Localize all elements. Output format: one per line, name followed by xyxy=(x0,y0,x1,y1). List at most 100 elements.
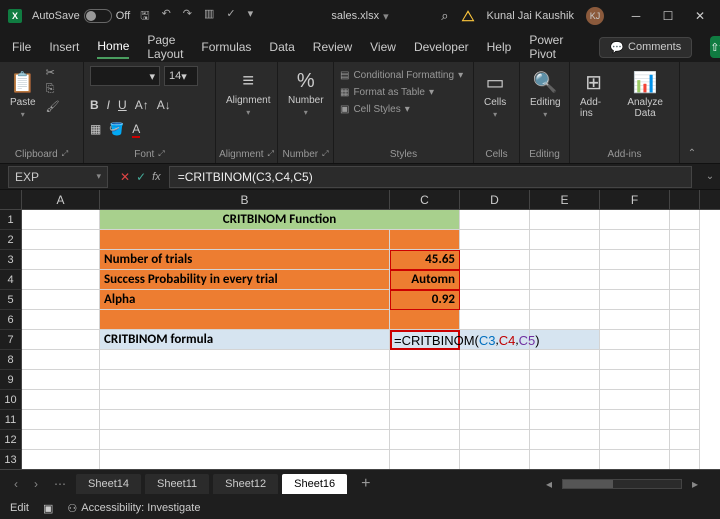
bold-button[interactable]: B xyxy=(90,98,99,112)
col-header[interactable] xyxy=(670,190,700,209)
cell[interactable] xyxy=(460,290,530,310)
cell[interactable] xyxy=(600,390,670,410)
row-header[interactable]: 10 xyxy=(0,390,22,410)
cell[interactable] xyxy=(22,390,100,410)
cell[interactable] xyxy=(460,410,530,430)
cells-button[interactable]: ▭Cells▾ xyxy=(480,66,510,123)
cell[interactable] xyxy=(22,410,100,430)
row-header[interactable]: 2 xyxy=(0,230,22,250)
cell[interactable] xyxy=(600,430,670,450)
font-family-select[interactable]: ▾ xyxy=(90,66,160,86)
search-icon[interactable]: ⌕ xyxy=(441,8,448,24)
tab-help[interactable]: Help xyxy=(487,36,512,58)
cell[interactable] xyxy=(100,370,390,390)
qat-icon[interactable]: ▥ xyxy=(204,7,214,26)
cell[interactable] xyxy=(530,210,600,230)
cell[interactable] xyxy=(460,230,530,250)
comments-button[interactable]: 💬 Comments xyxy=(599,37,692,58)
save-icon[interactable]: 🖫 xyxy=(140,7,149,26)
cell[interactable] xyxy=(22,370,100,390)
conditional-formatting-button[interactable]: ▤Conditional Formatting ▾ xyxy=(340,70,463,81)
row-header[interactable]: 7 xyxy=(0,330,22,350)
cell[interactable]: Automn xyxy=(390,270,460,290)
cell[interactable] xyxy=(100,230,390,250)
row-header[interactable]: 3 xyxy=(0,250,22,270)
cell[interactable] xyxy=(600,370,670,390)
cell[interactable] xyxy=(22,330,100,350)
cell[interactable] xyxy=(22,270,100,290)
horizontal-scrollbar[interactable] xyxy=(562,479,682,489)
scroll-right-button[interactable]: ▸ xyxy=(686,477,704,491)
cell[interactable] xyxy=(600,450,670,469)
cell[interactable] xyxy=(460,390,530,410)
cell[interactable] xyxy=(600,290,670,310)
user-name[interactable]: Kunal Jai Kaushik xyxy=(487,10,574,22)
col-header[interactable]: F xyxy=(600,190,670,209)
tab-formulas[interactable]: Formulas xyxy=(201,36,251,58)
cell[interactable] xyxy=(670,450,700,469)
cell[interactable] xyxy=(600,310,670,330)
cell[interactable] xyxy=(460,270,530,290)
copy-icon[interactable]: ⎘ xyxy=(46,83,60,96)
cell[interactable] xyxy=(670,310,700,330)
cancel-button[interactable]: ✕ xyxy=(120,170,130,184)
cell[interactable] xyxy=(390,310,460,330)
select-all-corner[interactable] xyxy=(0,190,22,209)
underline-button[interactable]: U xyxy=(118,98,127,112)
cell[interactable] xyxy=(670,430,700,450)
accessibility-status[interactable]: ⚇ Accessibility: Investigate xyxy=(67,502,200,515)
sheet-nav-next[interactable]: › xyxy=(28,477,44,491)
cell[interactable] xyxy=(390,450,460,469)
decrease-font-icon[interactable]: A↓ xyxy=(157,98,171,112)
cell[interactable] xyxy=(530,350,600,370)
row-header[interactable]: 11 xyxy=(0,410,22,430)
col-header[interactable]: C xyxy=(390,190,460,209)
sheet-tab[interactable]: Sheet11 xyxy=(145,474,209,494)
paste-button[interactable]: 📋 Paste ▾ xyxy=(6,66,40,123)
font-color-icon[interactable]: A xyxy=(132,122,140,138)
avatar-icon[interactable]: KJ xyxy=(586,7,604,25)
row-header[interactable]: 9 xyxy=(0,370,22,390)
col-header[interactable]: E xyxy=(530,190,600,209)
macro-record-icon[interactable]: ▣ xyxy=(43,502,53,515)
cell[interactable] xyxy=(670,350,700,370)
cell-styles-button[interactable]: ▣Cell Styles ▾ xyxy=(340,104,410,115)
row-header[interactable]: 12 xyxy=(0,430,22,450)
cell[interactable] xyxy=(530,230,600,250)
tab-file[interactable]: File xyxy=(12,36,31,58)
cell[interactable] xyxy=(460,310,530,330)
cell[interactable]: CRITBINOM Function xyxy=(100,210,460,230)
cell[interactable] xyxy=(460,450,530,469)
cell[interactable] xyxy=(390,370,460,390)
cell[interactable] xyxy=(460,210,530,230)
alignment-button[interactable]: ≡Alignment▾ xyxy=(222,66,274,121)
toggle-icon[interactable] xyxy=(84,9,112,23)
tab-page-layout[interactable]: Page Layout xyxy=(147,29,183,65)
cell[interactable] xyxy=(670,210,700,230)
add-ins-button[interactable]: ⊞Add-ins xyxy=(576,66,611,123)
cell[interactable] xyxy=(670,330,700,350)
format-as-table-button[interactable]: ▦Format as Table ▾ xyxy=(340,87,434,98)
sheet-tab-active[interactable]: Sheet16 xyxy=(282,474,347,494)
row-header[interactable]: 1 xyxy=(0,210,22,230)
fx-icon[interactable]: fx xyxy=(152,171,161,183)
cell[interactable] xyxy=(600,330,670,350)
cell[interactable] xyxy=(22,310,100,330)
qat-icon[interactable]: ✓ xyxy=(226,7,235,26)
row-header[interactable]: 5 xyxy=(0,290,22,310)
tab-power-pivot[interactable]: Power Pivot xyxy=(529,29,563,65)
cell[interactable] xyxy=(600,270,670,290)
row-header[interactable]: 8 xyxy=(0,350,22,370)
cell[interactable] xyxy=(670,410,700,430)
cell[interactable] xyxy=(22,450,100,469)
cell[interactable] xyxy=(390,390,460,410)
row-header[interactable]: 6 xyxy=(0,310,22,330)
cell[interactable]: Number of trials xyxy=(100,250,390,270)
enter-button[interactable]: ✓ xyxy=(136,170,146,184)
cell[interactable] xyxy=(460,350,530,370)
cell[interactable] xyxy=(600,210,670,230)
cell[interactable] xyxy=(22,430,100,450)
cell[interactable] xyxy=(600,250,670,270)
increase-font-icon[interactable]: A↑ xyxy=(135,98,149,112)
ribbon-collapse-button[interactable]: ⌃ xyxy=(680,62,704,163)
